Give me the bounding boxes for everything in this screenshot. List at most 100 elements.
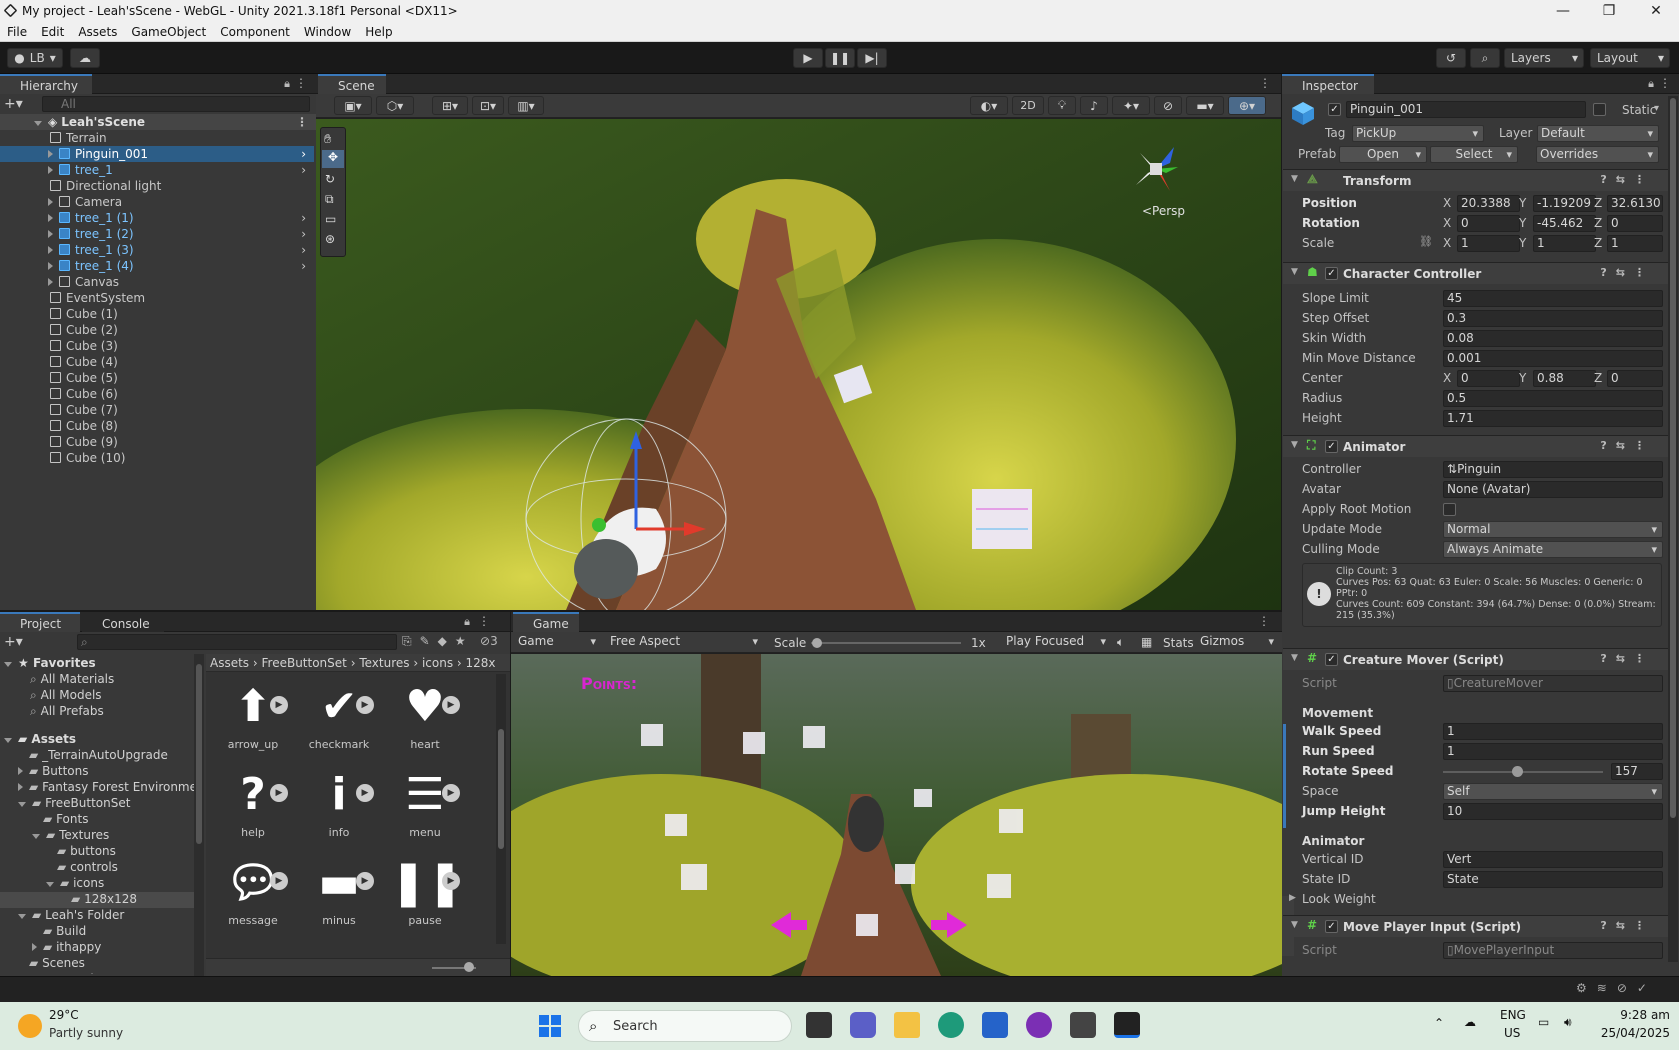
- asset-folder-item[interactable]: ▰ buttons: [0, 844, 194, 860]
- search-button[interactable]: ⌕: [1470, 48, 1500, 68]
- hierarchy-item[interactable]: Camera: [0, 194, 314, 210]
- project-filter-icons[interactable]: ⎘✎◆★: [402, 634, 474, 649]
- rotate-speed-field[interactable]: 157: [1611, 763, 1663, 780]
- expand-arrow-icon[interactable]: [48, 230, 53, 238]
- weather-desc[interactable]: Partly sunny: [49, 1026, 123, 1040]
- weather-temp[interactable]: 29°C: [49, 1008, 79, 1022]
- hierarchy-item[interactable]: tree_1 (2) ›: [0, 226, 314, 242]
- expand-arrow-icon[interactable]: [18, 767, 23, 775]
- asset-folder-item[interactable]: ▰ Fonts: [0, 812, 194, 828]
- teams-icon[interactable]: [850, 1012, 876, 1038]
- open-prefab-chevron-icon[interactable]: ›: [301, 146, 306, 162]
- walk-speed-field[interactable]: 1: [1443, 723, 1663, 740]
- asset-folder-item[interactable]: ▰ FreeButtonSet: [0, 796, 194, 812]
- layers-dropdown[interactable]: Layers ▾: [1504, 48, 1584, 68]
- collapse-arrow-icon[interactable]: [18, 914, 26, 919]
- language-label[interactable]: ENG: [1500, 1008, 1526, 1022]
- component-menu-icons[interactable]: ?⇆⋮: [1600, 266, 1654, 279]
- status-icons[interactable]: ⚙≋⊘✓: [1576, 981, 1657, 995]
- effects-button[interactable]: ✦▾: [1112, 96, 1150, 115]
- play-preview-icon[interactable]: ▶: [270, 784, 288, 802]
- more-menu-icon[interactable]: ⋮: [295, 76, 307, 90]
- asset-folder-item[interactable]: ▰ _TerrainAutoUpgrade: [0, 748, 194, 764]
- account-button[interactable]: ● LB ▾: [7, 48, 63, 68]
- gizmos-button[interactable]: ⊕▾: [1228, 96, 1266, 115]
- position-z-field[interactable]: 32.6130: [1607, 195, 1663, 212]
- hierarchy-item[interactable]: tree_1 ›: [0, 162, 314, 178]
- expand-arrow-icon[interactable]: [48, 166, 53, 174]
- center-y-field[interactable]: 0.88: [1533, 370, 1596, 387]
- scene-viewport[interactable]: ✋︎ ✥ ↻ ⧉ ▭ ⊛ <Persp: [316, 119, 1281, 610]
- persp-label[interactable]: <Persp: [1142, 204, 1185, 218]
- inspector-scroll-thumb[interactable]: [1670, 98, 1676, 818]
- play-preview-icon[interactable]: ▶: [356, 872, 374, 890]
- asset-folder-item[interactable]: ▰ ithappy: [0, 940, 194, 956]
- close-button[interactable]: ✕: [1633, 0, 1679, 22]
- character-controller-header[interactable]: ▼ ☗ ✓ Character Controller ?⇆⋮: [1283, 262, 1668, 284]
- rotation-y-field[interactable]: -45.462: [1533, 215, 1596, 232]
- component-menu-icons[interactable]: ?⇆⋮: [1600, 173, 1654, 186]
- play-button[interactable]: ▶: [793, 48, 823, 68]
- scale-x-field[interactable]: 1: [1457, 235, 1520, 252]
- controller-field[interactable]: ⇅Pinguin: [1443, 461, 1663, 478]
- edge-browser-icon[interactable]: [938, 1012, 964, 1038]
- menu-window[interactable]: Window: [297, 25, 358, 39]
- run-speed-field[interactable]: 1: [1443, 743, 1663, 760]
- stats-button[interactable]: Stats: [1163, 636, 1194, 650]
- history-button[interactable]: ↺: [1436, 48, 1466, 68]
- shading-mode-button[interactable]: ◐▾: [970, 96, 1008, 115]
- center-x-field[interactable]: 0: [1457, 370, 1520, 387]
- icon-size-slider-thumb[interactable]: [464, 962, 474, 972]
- play-preview-icon[interactable]: ▶: [356, 784, 374, 802]
- store-icon[interactable]: [982, 1012, 1008, 1038]
- hierarchy-item[interactable]: Cube (8): [0, 418, 314, 434]
- mute-audio-icon[interactable]: 🔈︎: [1117, 635, 1124, 650]
- asset-folder-item[interactable]: ▰ Build: [0, 924, 194, 940]
- state-id-field[interactable]: State: [1443, 871, 1663, 888]
- scale-slider-thumb[interactable]: [812, 638, 822, 648]
- asset-icon-tile[interactable]: ♥ ▶ heart: [380, 676, 470, 768]
- play-preview-icon[interactable]: ▶: [442, 784, 460, 802]
- expand-arrow-icon[interactable]: [48, 150, 53, 158]
- creature-mover-header[interactable]: ▼ # ✓ Creature Mover (Script) ?⇆⋮: [1283, 648, 1668, 670]
- position-x-field[interactable]: 20.3388: [1457, 195, 1520, 212]
- apply-root-motion-checkbox[interactable]: [1443, 503, 1456, 516]
- animator-header[interactable]: ▼ ⛶ ✓ Animator ?⇆⋮: [1283, 435, 1668, 457]
- asset-folder-item[interactable]: ▰ Fantasy Forest Environme: [0, 780, 197, 796]
- menu-component[interactable]: Component: [213, 25, 297, 39]
- lock-icon[interactable]: 🔒︎: [284, 77, 290, 91]
- folder-tree-scrollbar[interactable]: [194, 654, 204, 976]
- move-player-enabled-checkbox[interactable]: ✓: [1325, 920, 1338, 933]
- breadcrumb-item[interactable]: 128x: [466, 656, 496, 670]
- asset-folder-item[interactable]: ▰ Textures: [0, 828, 194, 844]
- favorite-item[interactable]: ⌕ All Models: [30, 688, 102, 703]
- breadcrumb-item[interactable]: FreeButtonSet: [262, 656, 347, 670]
- component-menu-icons[interactable]: ?⇆⋮: [1600, 652, 1654, 665]
- culling-mode-dropdown[interactable]: Always Animate: [1443, 541, 1663, 558]
- tab-game[interactable]: Game: [513, 612, 579, 632]
- rotate-speed-slider-track[interactable]: [1443, 771, 1603, 773]
- expand-arrow-icon[interactable]: [48, 246, 53, 254]
- play-preview-icon[interactable]: ▶: [442, 872, 460, 890]
- expand-arrow-icon[interactable]: [48, 278, 53, 286]
- cloud-button[interactable]: ☁: [70, 48, 100, 68]
- expand-arrow-icon[interactable]: [18, 783, 23, 791]
- collapse-arrow-icon[interactable]: [32, 834, 40, 839]
- animator-enabled-checkbox[interactable]: ✓: [1325, 440, 1338, 453]
- hierarchy-item[interactable]: Directional light: [0, 178, 314, 194]
- clock-date[interactable]: 25/04/2025: [1597, 1026, 1670, 1040]
- expand-arrow-icon[interactable]: [48, 262, 53, 270]
- rotate-tool-icon[interactable]: ↻: [325, 172, 335, 186]
- audio-toggle-button[interactable]: ♪: [1080, 96, 1108, 115]
- inspector-scrollbar[interactable]: [1668, 96, 1678, 962]
- hidden-packages-count[interactable]: ⊘3: [480, 634, 498, 648]
- gizmos-dropdown[interactable]: Gizmos: [1197, 634, 1279, 651]
- expand-arrow-icon[interactable]: [48, 198, 53, 206]
- menu-help[interactable]: Help: [358, 25, 399, 39]
- jump-height-field[interactable]: 10: [1443, 803, 1663, 820]
- camera-settings-button[interactable]: ▬▾: [1186, 96, 1224, 115]
- asset-icon-tile[interactable]: 💬︎ ▶ message: [208, 852, 298, 944]
- cc-field-value[interactable]: 45: [1443, 290, 1663, 307]
- cc-field-value[interactable]: 0.001: [1443, 350, 1663, 367]
- move-tool-icon[interactable]: ✥: [322, 150, 344, 168]
